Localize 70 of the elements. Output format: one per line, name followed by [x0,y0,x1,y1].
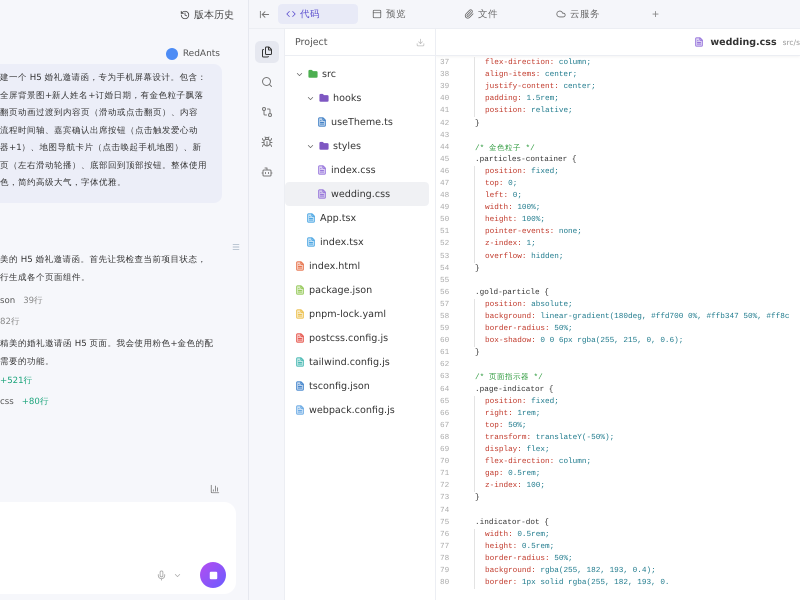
tab[interactable]: 预览 [364,4,414,24]
file-icon [295,357,305,367]
file-tree-item[interactable]: index.html [285,254,429,278]
microphone-icon[interactable] [156,570,167,581]
chart-icon[interactable] [210,484,220,494]
reply-text: 行生成各个页面组件。 [0,272,91,284]
file-icon [306,237,316,247]
file-icon [295,285,305,295]
message-text: 建一个 H5 婚礼邀请函，专为手机屏幕设计。包含： [0,72,206,85]
folder-icon [308,69,318,79]
file-tree-item[interactable]: package.json [285,278,429,302]
file-tree-item[interactable]: App.tsx [285,206,429,230]
window-icon [372,9,382,19]
message-text: 流程时间轴、嘉宾确认出席按钮（点击触发爱心动 [0,124,198,138]
file-tree-item[interactable]: index.tsx [285,230,429,254]
panel-title: Project [295,36,328,48]
tab[interactable]: 代码 [278,4,358,24]
chevron-icon[interactable] [173,571,182,580]
line-count: +521行 [0,374,33,388]
file-tree-item[interactable]: postcss.config.js [285,326,429,350]
file-name: css [0,396,14,408]
message-text: 色，简约高级大气，字体优雅。 [0,176,126,190]
message-text: 翻页动画过渡到内容页（滑动或点击翻页）、内容 [0,106,198,120]
file-tree-item[interactable]: styles [285,134,429,158]
file-icon [317,117,327,127]
open-file-name: wedding.css [710,36,777,48]
message-text: 器+1）、地图导航卡片（点击唤起手机地图）、新 [0,142,202,155]
file-tree-item[interactable]: tailwind.config.js [285,350,429,374]
user-avatar [166,48,178,60]
tab[interactable]: 文件 [456,4,506,24]
stop-icon [208,570,218,580]
folder-icon [319,93,329,103]
code-icon [286,9,296,19]
file-tree-item[interactable]: index.css [285,158,429,182]
file-icon [295,405,305,415]
cloud-icon [556,9,566,19]
message-text: 全屏背景图+新人姓名+订婚日期，有金色粒子飘落 [0,90,204,102]
file-icon [295,309,305,319]
file-tree-item[interactable]: pnpm-lock.yaml [285,302,429,326]
line-count: +80行 [22,396,49,408]
message-text: 页（左右滑动轮播）、底部回到顶部按钮。整体使用 [0,160,207,172]
file-icon [295,261,305,271]
file-icon [295,333,305,343]
line-count: 39行 [23,294,44,308]
reply-text: 需要的功能。 [0,356,55,368]
stop-button[interactable] [200,562,226,588]
reply-text: 美的 H5 婚礼邀请函。首先让我检查当前项目状态， [0,254,208,266]
file-name: son [0,294,16,308]
file-tree-item[interactable]: hooks [285,86,429,110]
files-icon[interactable] [254,41,278,63]
file-tree-item[interactable]: webpack.config.js [285,398,429,422]
file-icon [295,381,305,391]
list-icon [232,242,240,250]
tab[interactable]: 云服务 [548,4,608,24]
file-icon [306,213,316,223]
file-tree-item[interactable]: src [285,62,429,86]
file-icon [694,37,704,47]
file-icon [317,165,327,175]
user-name: RedAnts [182,49,220,59]
folder-icon [319,141,329,151]
chat-input-field[interactable] [0,502,236,594]
file-tree-item[interactable]: tsconfig.json [285,374,429,398]
version-history-button[interactable]: 版本历史 [176,6,238,24]
file-icon [317,189,327,199]
file-tree-item[interactable]: useTheme.ts [285,110,429,134]
history-icon [180,10,190,20]
file-tree-item[interactable]: wedding.css [285,182,429,206]
paperclip-icon [464,9,474,19]
line-count: 82行 [0,316,20,328]
reply-text: 精美的婚礼邀请函 H5 页面。我会使用粉色+金色的配 [0,338,215,350]
